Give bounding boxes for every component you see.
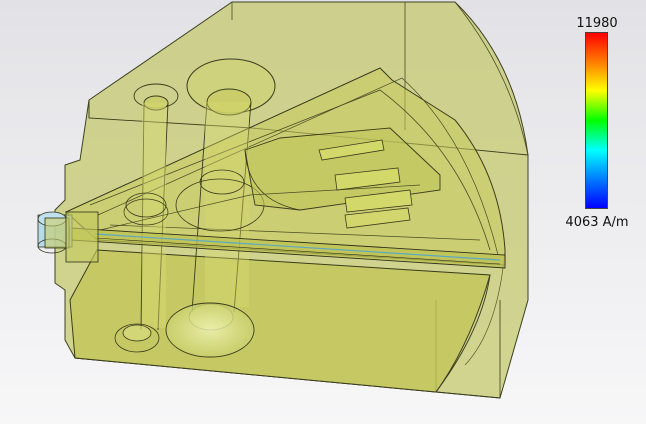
3d-model-viewport[interactable] [0,0,646,424]
coax-port [37,211,99,263]
legend-min-value: 4063 A/m [565,215,629,230]
field-color-legend: 11980 4063 A/m [560,14,634,234]
legend-max-value: 11980 [576,16,618,31]
legend-colorbar [585,32,608,209]
